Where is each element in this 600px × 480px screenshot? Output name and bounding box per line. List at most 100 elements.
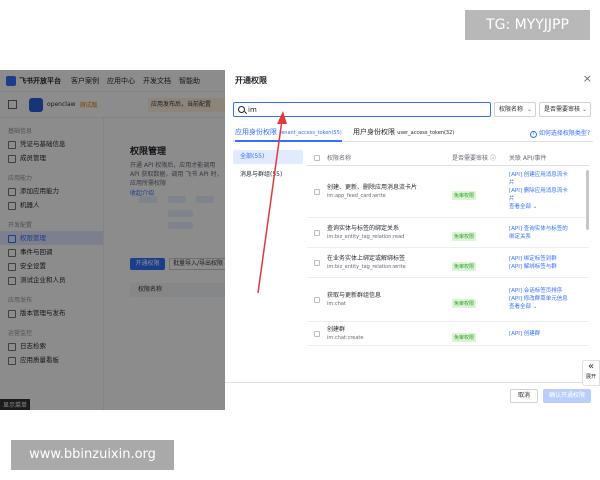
double-chevron-left-icon: «	[587, 361, 595, 372]
close-icon[interactable]: ×	[583, 72, 592, 85]
permission-code: im:biz_entity_tag_relation:write	[327, 263, 406, 270]
view-all-link[interactable]: 查看全部 ⌄	[509, 303, 581, 312]
review-cell: 免审权限	[452, 324, 509, 343]
review-badge: 免审权限	[452, 333, 477, 342]
info-icon: ⓘ	[489, 155, 496, 162]
related-api-link[interactable]: 绑定关系	[509, 233, 581, 241]
review-badge: 免审权限	[452, 191, 477, 200]
row-checkbox[interactable]	[314, 188, 320, 195]
related-api-link[interactable]: [API] 创建群	[509, 330, 581, 338]
watermark-top: TG: MYYJJPP	[465, 10, 590, 40]
chevron-down-icon: ⌄	[581, 106, 587, 113]
related-api-link[interactable]: [API] 修改群菜单元信息	[509, 295, 581, 303]
question-icon: ?	[529, 131, 537, 138]
table-scrollbar[interactable]	[586, 170, 589, 230]
row-checkbox-cell	[307, 259, 327, 266]
help-text: 如何选择权限类型?	[538, 130, 590, 137]
cancel-button[interactable]: 取消	[510, 389, 538, 403]
permission-type-help-link[interactable]: ? 如何选择权限类型?	[529, 128, 590, 138]
drawer-title: 开通权限	[235, 76, 267, 85]
select-all-checkbox[interactable]	[314, 154, 320, 161]
permission-name-cell: 创建群 im:chat:create	[327, 326, 452, 342]
permission-code: im:app_feed_card:write	[327, 192, 386, 199]
related-api-cell: [API] 创建群	[509, 330, 581, 338]
expand-panel-button[interactable]: « 展开	[582, 360, 600, 386]
category-all[interactable]: 全部(55)	[233, 150, 303, 164]
search-field-select-value: 权限名称	[499, 106, 524, 113]
related-api-link[interactable]: 片	[509, 179, 581, 187]
chevron-down-icon: ⌄	[531, 204, 538, 210]
view-all-link[interactable]: 查看全部 ⌄	[509, 203, 581, 212]
search-field-select[interactable]: 权限名称 ⌄	[494, 102, 536, 117]
row-checkbox-cell	[307, 296, 327, 303]
table-row: 创建、更新、删除应用消息流卡片 im:app_feed_card:write 免审权…	[307, 166, 589, 218]
review-cell: 免审权限	[452, 290, 509, 309]
related-api-link[interactable]: [API] 创建应用消息流卡	[509, 171, 581, 179]
review-cell: 免审权限	[452, 182, 509, 201]
table-row: 在业务实体上绑定或解绑标签 im:biz_entity_tag_relation:…	[307, 248, 589, 278]
col-review-label: 是否需要审核	[452, 155, 489, 162]
related-api-cell: [API] 查询实体与标签的 绑定关系	[509, 225, 581, 241]
row-checkbox[interactable]	[314, 296, 320, 303]
related-api-cell: [API] 创建应用消息流卡片 [API] 删除应用消息流卡片查看全部 ⌄	[509, 171, 581, 212]
expand-label: 展开	[585, 374, 596, 380]
tab-tenant-permissions[interactable]: 应用身份权限 tenant_access_token(55)	[235, 126, 342, 142]
table-row: 创建群 im:chat:create 免审权限 [API] 创建群	[307, 322, 589, 346]
related-api-link[interactable]: [API] 解绑标签与群	[509, 263, 581, 271]
review-cell: 免审权限	[452, 223, 509, 242]
related-api-link[interactable]: [API] 查询实体与标签的	[509, 225, 581, 233]
table-header: 权限名称 是否需要审核 ⓘ 关联 API/事件	[307, 150, 589, 166]
review-badge: 免审权限	[452, 232, 477, 241]
review-badge: 免审权限	[452, 299, 477, 308]
permission-name: 创建、更新、删除应用消息流卡片	[327, 183, 418, 191]
screenshot-stage: TG: MYYJJPP 飞书开放平台 客户案例 应用中心 开发文档 智能助 op…	[0, 0, 600, 480]
permission-code: im:chat	[327, 300, 346, 307]
row-checkbox-cell	[307, 229, 327, 236]
review-filter-select[interactable]: 是否需要审核 ⌄	[539, 102, 591, 117]
permission-name: 获取与更新群组信息	[327, 291, 382, 299]
modal-backdrop[interactable]	[0, 70, 225, 410]
select-all-cell	[307, 154, 327, 161]
related-api-cell: [API] 会话标签页排序 [API] 修改群菜单元信息 查看全部 ⌄	[509, 287, 581, 312]
review-cell: 免审权限	[452, 253, 509, 272]
permission-name-cell: 在业务实体上绑定或解绑标签 im:biz_entity_tag_relation:…	[327, 255, 452, 271]
col-permission-name: 权限名称	[327, 155, 352, 162]
row-checkbox[interactable]	[314, 259, 320, 266]
permission-search-input[interactable]	[248, 105, 468, 114]
permission-search-box[interactable]	[233, 102, 491, 117]
related-api-link[interactable]: [API] 删除应用消息流卡	[509, 187, 581, 195]
permission-code: im:chat:create	[327, 334, 364, 341]
col-review: 是否需要审核 ⓘ	[452, 153, 509, 162]
watermark-bottom: www.bbinzuixin.org	[11, 440, 174, 470]
review-filter-select-value: 是否需要审核	[544, 106, 581, 113]
row-checkbox-cell	[307, 330, 327, 337]
related-api-link[interactable]: 片	[509, 195, 581, 203]
permission-name-cell: 查询实体与标签的绑定关系 im:biz_entity_tag_relation:r…	[327, 225, 452, 241]
review-badge: 免审权限	[452, 262, 477, 271]
related-api-link[interactable]: [API] 会话标签页排序	[509, 287, 581, 295]
row-checkbox[interactable]	[314, 229, 320, 236]
row-checkbox-cell	[307, 188, 327, 195]
tab-sub: tenant_access_token(55)	[279, 130, 342, 136]
related-api-link[interactable]: [API] 绑定标签到群	[509, 255, 581, 263]
col-related-api: 关联 API/事件	[509, 155, 547, 162]
tab-user-permissions[interactable]: 用户身份权限 user_access_token(32)	[353, 126, 454, 142]
screenshot: 飞书开放平台 客户案例 应用中心 开发文档 智能助 openclaw 测试版 应…	[0, 70, 600, 410]
permission-name: 查询实体与标签的绑定关系	[327, 224, 400, 232]
confirm-open-button[interactable]: 确认开通权限	[543, 389, 591, 403]
open-permission-drawer: 开通权限 × 权限名称 ⌄ 是否需要审核 ⌄ 应用身份权限 tenant_acc…	[225, 70, 600, 410]
category-messaging[interactable]: 消息与群组(55)	[233, 168, 303, 182]
table-row: 查询实体与标签的绑定关系 im:biz_entity_tag_relation:r…	[307, 218, 589, 248]
permission-name-cell: 获取与更新群组信息 im:chat	[327, 292, 452, 308]
category-list: 全部(55) 消息与群组(55)	[233, 150, 303, 370]
table-row: 获取与更新群组信息 im:chat 免审权限 [API] 会话标签页排序 [API] 修…	[307, 278, 589, 322]
permission-name: 在业务实体上绑定或解绑标签	[327, 254, 406, 262]
chevron-down-icon: ⌄	[526, 106, 532, 113]
permission-name-cell: 创建、更新、删除应用消息流卡片 im:app_feed_card:write	[327, 184, 452, 200]
row-checkbox[interactable]	[314, 330, 320, 337]
drawer-footer: 取消 确认开通权限	[225, 382, 600, 410]
tab-sub: user_access_token(32)	[397, 130, 455, 136]
tab-label: 应用身份权限	[235, 128, 277, 136]
search-icon	[238, 106, 245, 113]
permission-code: im:biz_entity_tag_relation:read	[327, 233, 405, 240]
